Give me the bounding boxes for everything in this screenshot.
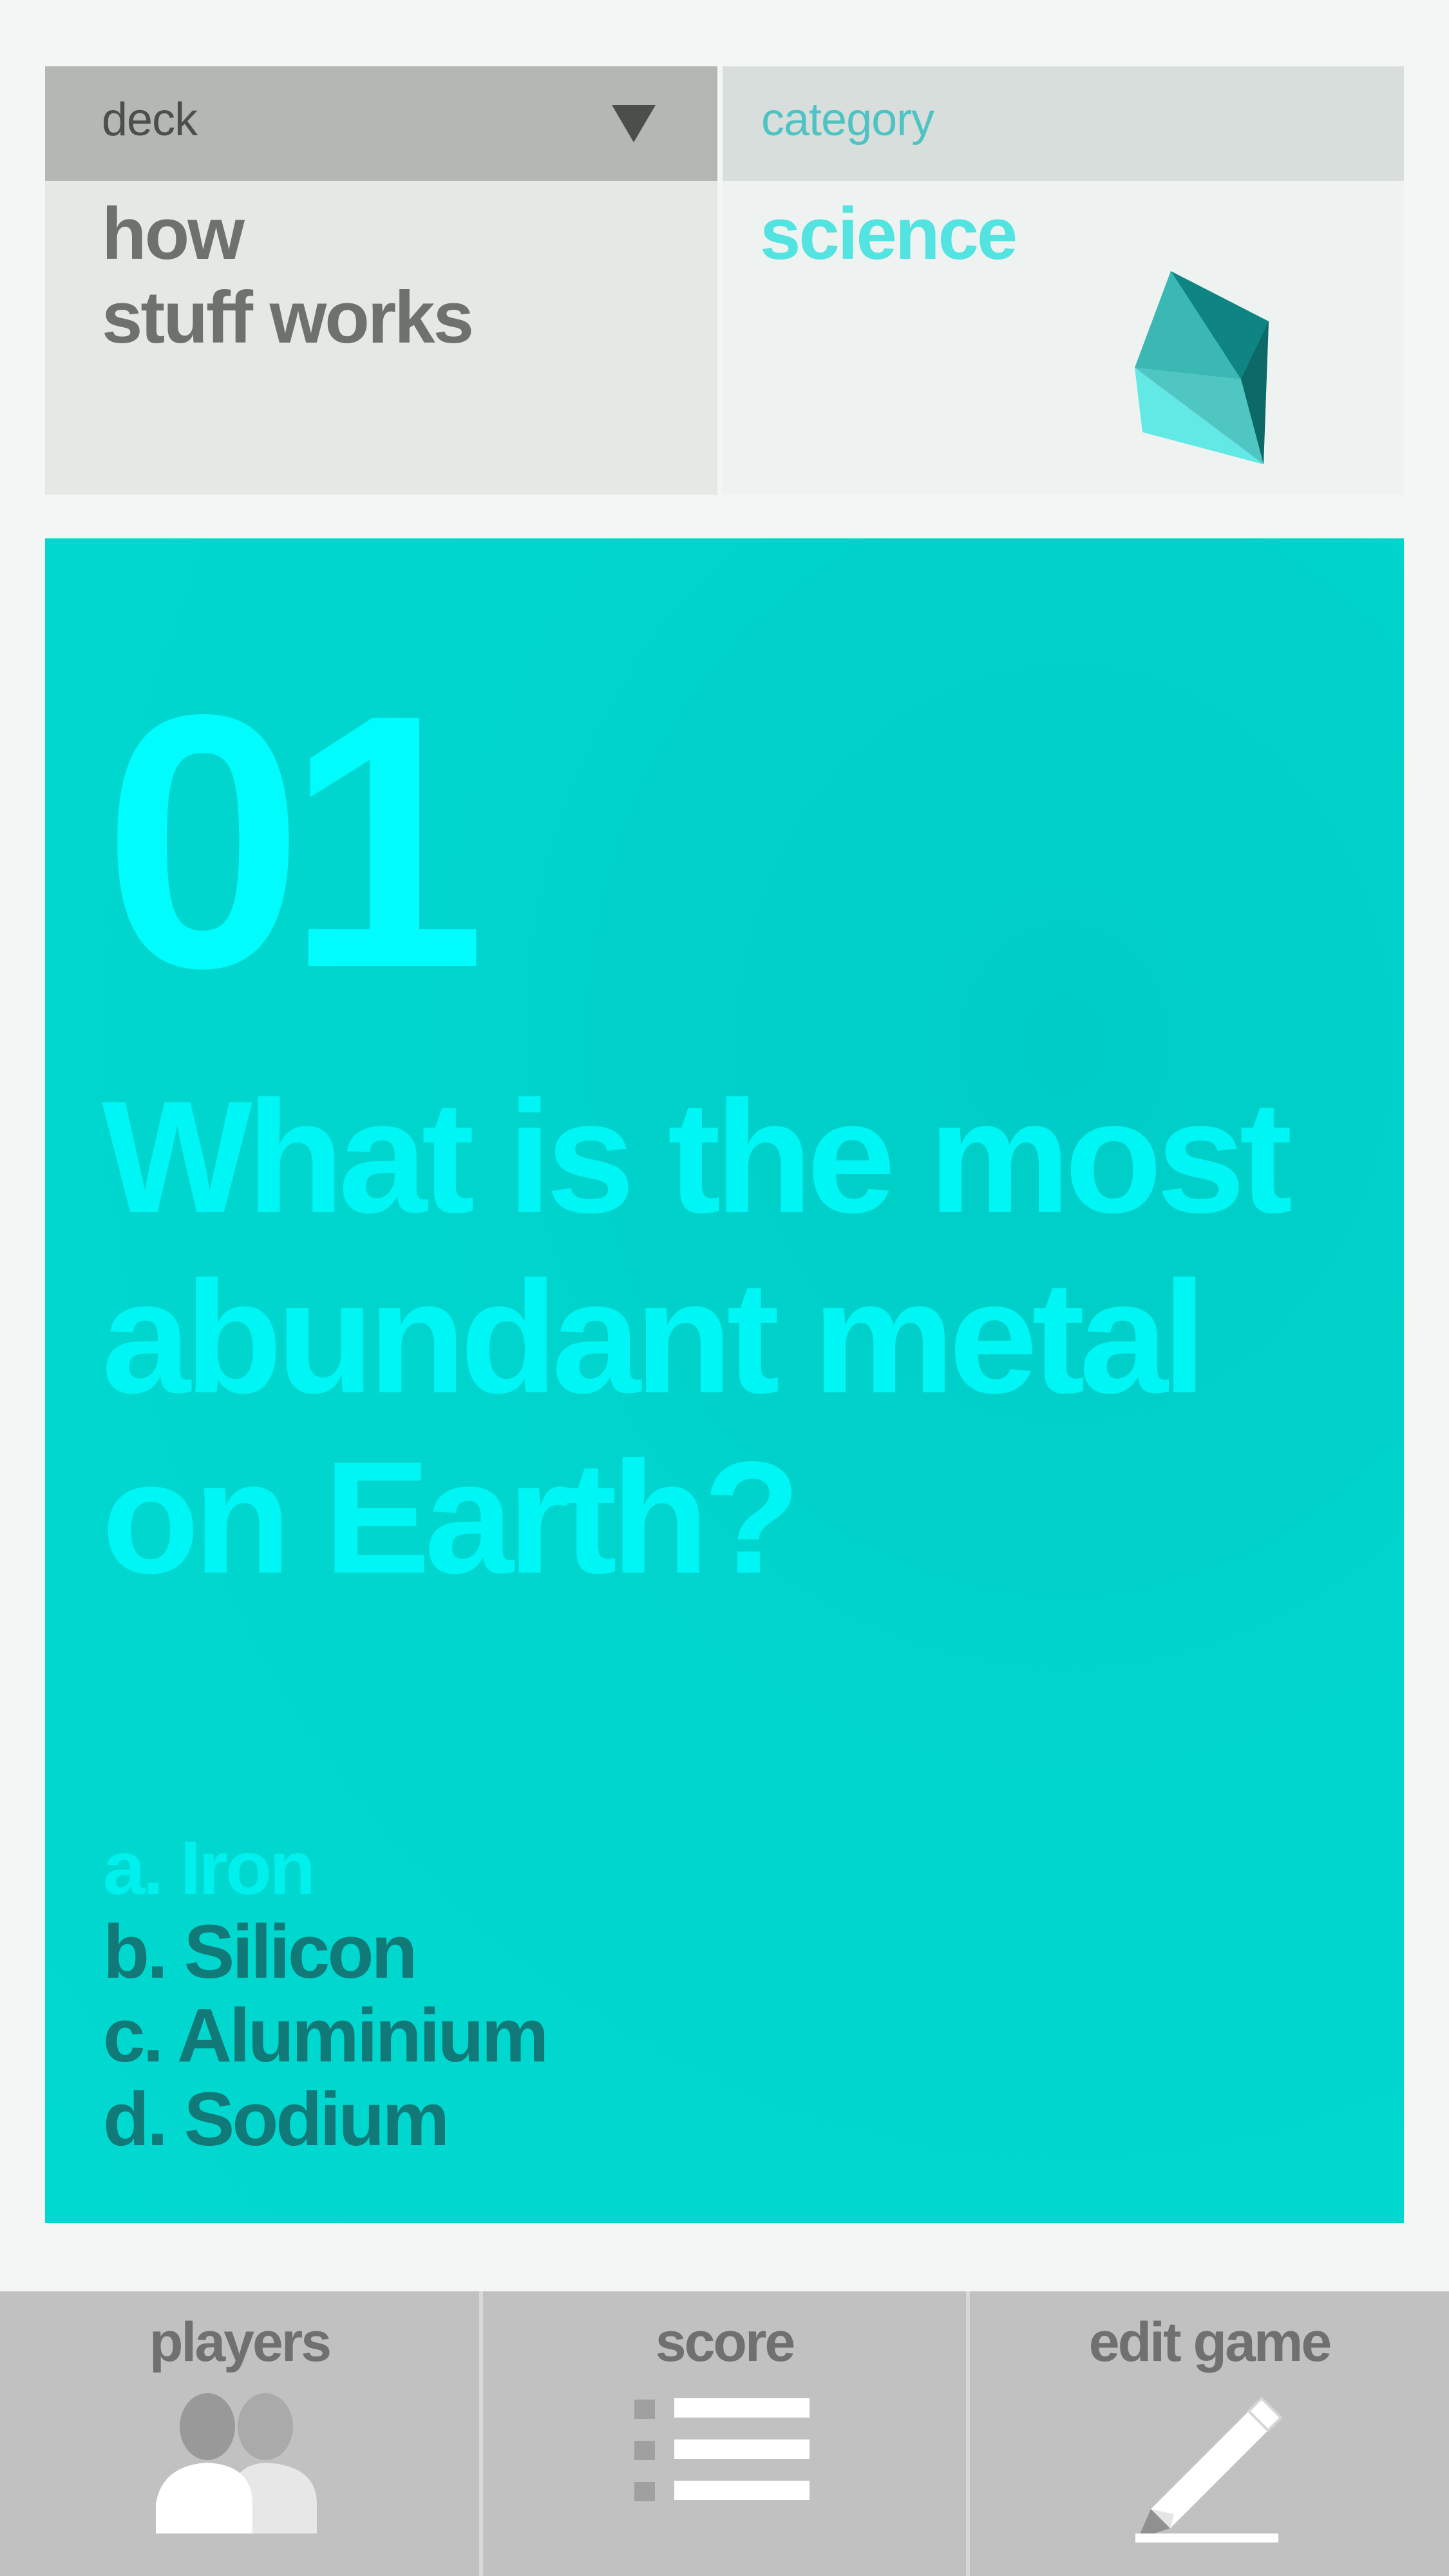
edit-game-button[interactable]: edit game [970,2291,1449,2576]
deck-name-line2: stuff works [102,277,474,359]
answer-option-b[interactable]: b. Silicon [103,1910,876,1994]
score-button[interactable]: score [483,2291,966,2576]
deck-name: how stuff works [102,193,681,360]
deck-name-line1: how [102,193,245,275]
deck-dropdown[interactable]: deck [45,66,717,181]
players-button[interactable]: players [0,2291,479,2576]
score-label: score [655,2311,796,2373]
bottom-nav: players score edit game [0,2291,1449,2576]
question-text: What is the most abundant metal on Earth… [102,1067,1293,1607]
deck-label: deck [102,94,198,146]
category-card: category science [723,66,1404,495]
question-number: 01 [103,639,486,1043]
players-icon [156,2393,317,2533]
players-label: players [149,2311,332,2373]
deck-card: deck how stuff works [45,66,717,495]
answer-option-c[interactable]: c. Aluminium [103,1994,876,2078]
pencil-icon [1135,2396,1283,2543]
crystal-gem-icon [1135,271,1269,464]
answer-option-a[interactable]: a. Iron [103,1826,876,1910]
category-name: science [760,193,1018,275]
question-card: 01 What is the most abundant metal on Ea… [45,538,1404,2223]
category-label: category [761,94,934,146]
triangle-down-icon[interactable] [612,105,656,142]
answer-option-d[interactable]: d. Sodium [103,2078,876,2161]
app-screen: deck how stuff works category science 01… [0,0,1449,2576]
list-icon [634,2398,810,2501]
edit-game-label: edit game [1088,2311,1332,2373]
category-header: category [723,66,1404,181]
answer-list: a. Iron b. Silicon c. Aluminium d. Sodiu… [103,1826,876,2161]
